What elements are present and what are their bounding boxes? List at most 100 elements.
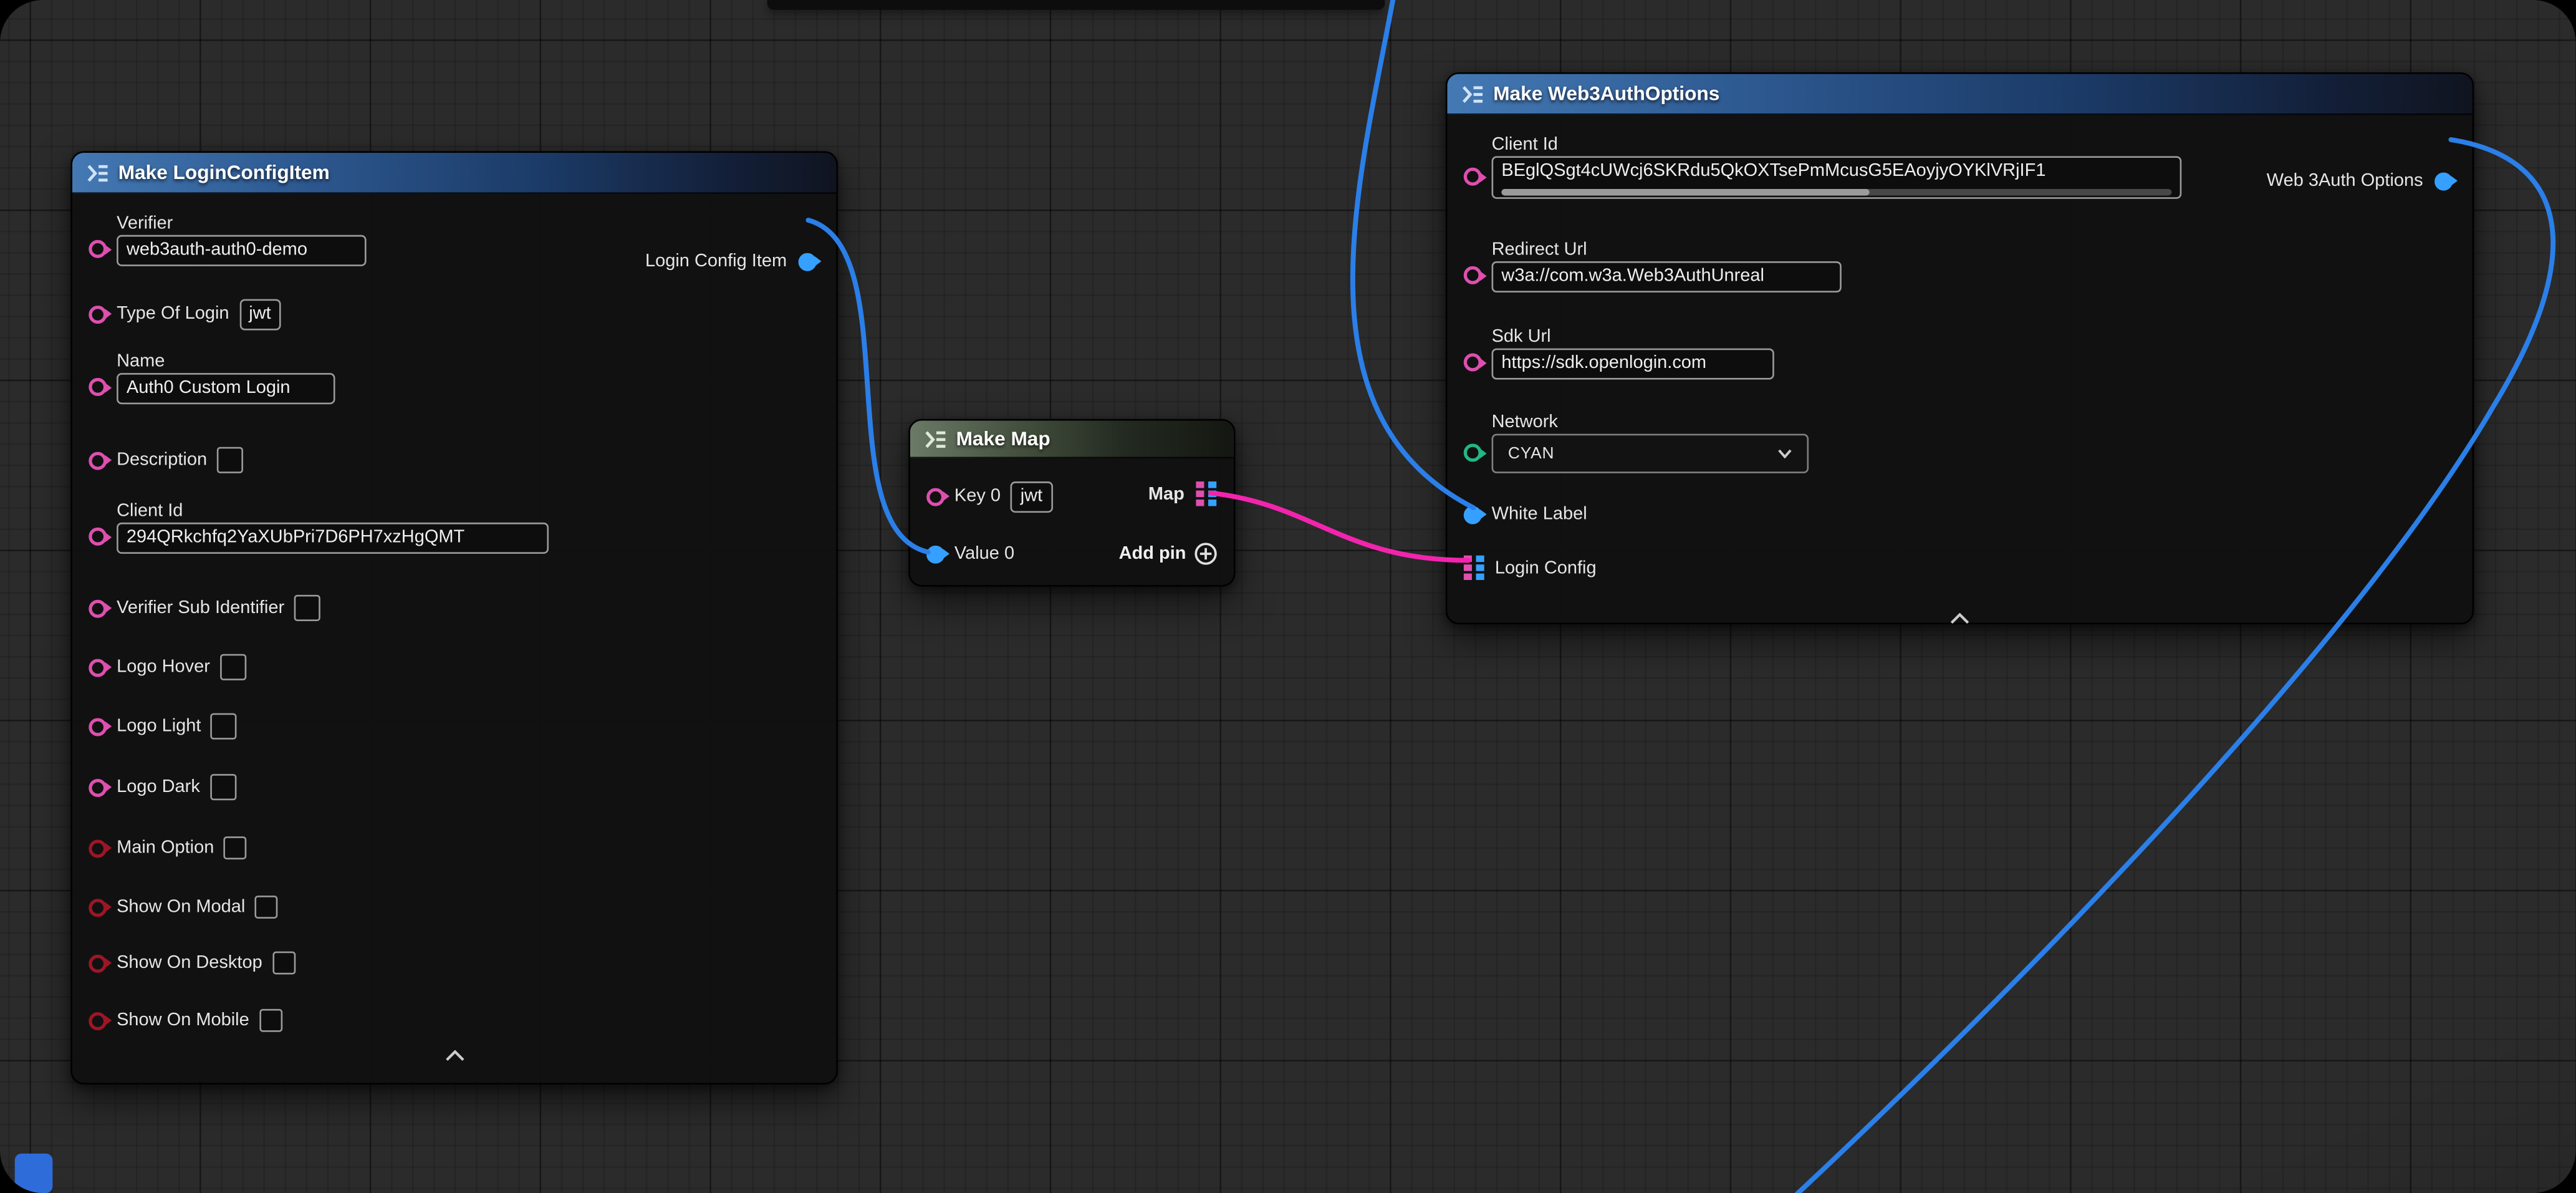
node-header-make-web3auth-options[interactable]: Make Web3AuthOptions [1447,74,2472,115]
scrollbar-thumb[interactable] [1501,189,1870,196]
show-on-desktop-checkbox[interactable] [272,952,296,975]
show-on-mobile-checkbox[interactable] [259,1009,282,1032]
main-option-checkbox[interactable] [224,836,247,859]
pin-label: Client Id [117,501,549,521]
map-pin-icon[interactable] [1464,556,1485,581]
collapse-node-button[interactable] [445,1050,464,1061]
pin-label: Show On Desktop [117,953,262,973]
struct-pin[interactable] [926,545,944,563]
string-pin[interactable] [89,240,107,258]
verifier-input[interactable]: web3auth-auth0-demo [117,235,367,266]
output-row-web3auth-options: Web 3Auth Options [2267,171,2453,191]
make-map-icon [925,430,946,448]
string-pin[interactable] [89,778,107,796]
struct-output-pin[interactable] [2434,171,2453,190]
offscreen-blue-node[interactable] [15,1154,53,1193]
string-pin[interactable] [89,305,107,323]
pin-row-main-option: Main Option [72,830,836,866]
pin-row-sdk-url: Sdk Url https://sdk.openlogin.com [1447,327,2472,379]
string-pin[interactable] [926,487,944,505]
struct-pin[interactable] [1464,505,1482,523]
network-dropdown[interactable]: CYAN [1492,434,1809,473]
client-id-input[interactable]: 294QRkchfq2YaXUbPri7D6PH7xzHgQMT [117,523,549,554]
pin-row-logo-hover: Logo Hover [72,649,836,685]
pin-row-white-label: White Label [1447,503,2472,526]
output-pin-label: Map [1148,484,1185,504]
pin-row-description: Description [72,442,836,478]
client-id-input[interactable]: BEglQSgt4cUWcj6SKRdu5QkOXTsePmMcusG5EAoy… [1492,156,2182,199]
offscreen-node-edge[interactable] [767,0,1385,10]
node-title: Make Web3AuthOptions [1493,82,1719,105]
pin-label: Login Config [1495,558,1597,578]
output-pin-label: Web 3Auth Options [2267,171,2423,191]
pin-row-show-on-desktop: Show On Desktop [72,945,836,981]
string-pin[interactable] [89,599,107,617]
sdk-url-input[interactable]: https://sdk.openlogin.com [1492,349,1774,380]
pin-label: Main Option [117,838,214,858]
node-header-make-login-config-item[interactable]: Make LoginConfigItem [72,153,836,194]
pin-row-client-id: Client Id 294QRkchfq2YaXUbPri7D6PH7xzHgQ… [72,501,836,554]
string-pin[interactable] [89,717,107,735]
struct-output-pin[interactable] [799,252,817,270]
pin-label: Logo Dark [117,777,200,797]
collapse-node-button[interactable] [1950,613,1970,624]
key0-input[interactable]: jwt [1011,481,1052,512]
pin-row-value0: Value 0 [910,539,1014,568]
node-title: Make Map [956,427,1050,450]
pin-label: Show On Modal [117,897,245,917]
show-on-modal-checkbox[interactable] [255,896,278,919]
pin-label: Sdk Url [1492,327,1774,347]
pin-row-network: Network CYAN [1447,412,2472,473]
map-pin-icon[interactable] [1196,481,1217,506]
add-pin-icon [1194,543,1218,566]
bool-pin[interactable] [89,954,107,972]
network-selected-value: CYAN [1508,445,1554,463]
verifier-sub-identifier-input[interactable] [294,595,320,621]
pin-row-name: Name Auth0 Custom Login [72,352,836,404]
string-pin[interactable] [89,451,107,469]
node-make-web3auth-options[interactable]: Make Web3AuthOptions Web 3Auth Options C… [1446,72,2474,624]
pin-label: Name [117,352,335,372]
client-id-scrollbar[interactable] [1501,189,2171,196]
pin-label: Redirect Url [1492,240,1842,260]
pin-row-login-config: Login Config [1447,556,2472,581]
name-input[interactable]: Auth0 Custom Login [117,373,335,404]
node-make-login-config-item[interactable]: Make LoginConfigItem Login Config Item V… [70,151,838,1084]
logo-dark-input[interactable] [210,774,236,800]
add-pin-button[interactable]: Add pin [1119,543,1218,566]
add-pin-label: Add pin [1119,544,1186,564]
description-input[interactable] [217,447,243,473]
pin-label: Client Id [1492,135,2182,155]
viewport-frame: Make LoginConfigItem Login Config Item V… [0,0,2576,1193]
pin-row-key0: Key 0 jwt [910,481,1052,511]
collapse-chevron-icon [1950,613,1970,624]
pin-label: Logo Light [117,717,201,737]
node-header-make-map[interactable]: Make Map [910,421,1234,459]
logo-light-input[interactable] [211,713,237,740]
pin-row-logo-dark: Logo Dark [72,769,836,805]
string-pin[interactable] [89,378,107,396]
bool-pin[interactable] [89,839,107,857]
output-row-login-config-item: Login Config Item [645,251,817,271]
output-pin-label: Login Config Item [645,251,787,271]
pin-label: Verifier Sub Identifier [117,598,284,618]
pin-row-type-of-login: Type Of Login jwt [72,296,836,332]
string-pin[interactable] [1464,354,1482,372]
make-struct-icon [1462,85,1483,103]
output-row-map: Map [1148,481,1218,506]
node-make-map[interactable]: Make Map Key 0 jwt Value 0 Map A [908,419,1235,587]
bool-pin[interactable] [89,898,107,916]
enum-pin[interactable] [1464,443,1482,461]
type-of-login-input[interactable]: jwt [239,298,281,329]
redirect-url-input[interactable]: w3a://com.w3a.Web3AuthUnreal [1492,261,1842,292]
pin-label: Logo Hover [117,657,210,677]
blueprint-editor: Make LoginConfigItem Login Config Item V… [0,0,2576,1193]
pin-label: Verifier [117,214,367,234]
string-pin[interactable] [1464,168,1482,186]
string-pin[interactable] [1464,266,1482,284]
logo-hover-input[interactable] [220,654,246,680]
client-id-text: BEglQSgt4cUWcj6SKRdu5QkOXTsePmMcusG5EAoy… [1501,160,2171,185]
bool-pin[interactable] [89,1012,107,1030]
string-pin[interactable] [89,658,107,676]
string-pin[interactable] [89,528,107,546]
